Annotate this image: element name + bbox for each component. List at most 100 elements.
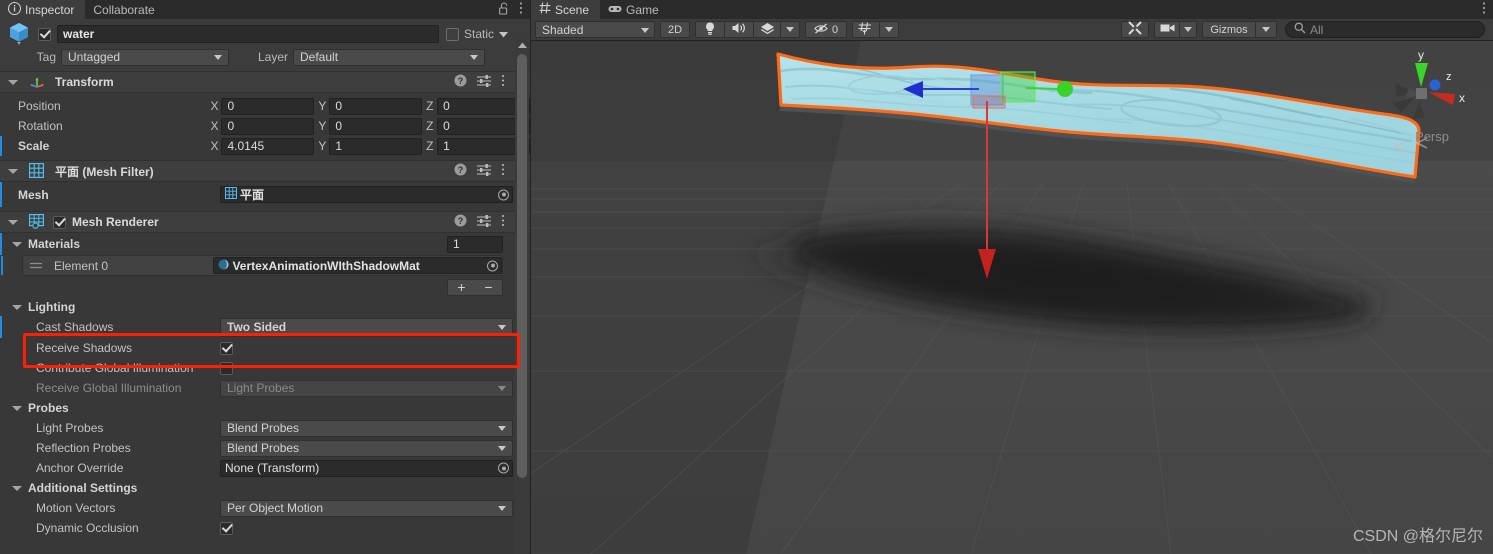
- tab-game-label: Game: [626, 2, 659, 17]
- materials-header-row[interactable]: Materials 1: [0, 233, 530, 255]
- light-probes-dropdown[interactable]: Blend Probes: [220, 419, 513, 437]
- gizmos-dropdown-button[interactable]: [1255, 21, 1277, 38]
- help-icon[interactable]: ?: [454, 214, 467, 230]
- tab-game[interactable]: Game: [600, 0, 670, 19]
- object-picker-icon[interactable]: [498, 462, 509, 474]
- grid-dropdown-button[interactable]: [879, 21, 899, 38]
- position-y-input[interactable]: 0: [329, 97, 423, 115]
- foldout-materials-icon[interactable]: [11, 238, 23, 250]
- chevron-down-icon: [786, 27, 794, 32]
- scale-x-input[interactable]: 4.0145: [221, 137, 315, 155]
- kebab-menu-icon[interactable]: [501, 214, 505, 230]
- scene-render: [531, 41, 1493, 554]
- tag-dropdown[interactable]: Untagged: [61, 48, 229, 66]
- component-header-mesh-filter[interactable]: 平面 (Mesh Filter) ?: [0, 160, 530, 182]
- cast-shadows-dropdown[interactable]: Two Sided: [220, 317, 513, 337]
- anchor-override-object-field[interactable]: None (Transform): [220, 459, 513, 477]
- axis-z-label: Z: [426, 119, 434, 133]
- component-header-transform[interactable]: Transform ?: [0, 71, 530, 93]
- rotation-y-input[interactable]: 0: [329, 117, 423, 135]
- axis-x-label: X: [210, 139, 219, 153]
- help-icon[interactable]: ?: [454, 163, 467, 179]
- toggle-lighting-button[interactable]: [695, 21, 725, 38]
- preset-icon[interactable]: [477, 74, 491, 90]
- materials-size-input[interactable]: 1: [447, 235, 503, 253]
- static-dropdown-arrow[interactable]: [499, 27, 508, 41]
- anchor-override-label: Anchor Override: [36, 461, 124, 475]
- scale-z-value: 1: [443, 139, 450, 153]
- kebab-menu-icon[interactable]: [519, 1, 523, 18]
- foldout-transform-icon[interactable]: [7, 76, 19, 88]
- draw-mode-value: Shaded: [542, 22, 584, 37]
- hidden-objects-button[interactable]: 0: [805, 21, 847, 38]
- tab-scene[interactable]: Scene: [531, 0, 601, 19]
- object-picker-icon[interactable]: [498, 189, 509, 200]
- layer-dropdown[interactable]: Default: [293, 48, 485, 66]
- gizmo-plane-yz[interactable]: [972, 95, 1006, 109]
- scene-search-input[interactable]: All: [1285, 21, 1485, 38]
- lock-open-icon[interactable]: [499, 2, 510, 18]
- remove-material-button[interactable]: −: [475, 279, 502, 295]
- transform-icon: [29, 74, 45, 90]
- gameobject-enabled-checkbox[interactable]: [38, 27, 51, 41]
- tab-collaborate[interactable]: Collaborate: [85, 0, 165, 19]
- motion-vectors-row: Motion Vectors Per Object Motion: [0, 498, 530, 518]
- preset-icon[interactable]: [477, 163, 491, 179]
- receive-shadows-checkbox[interactable]: [220, 341, 233, 355]
- reflection-probes-dropdown[interactable]: Blend Probes: [220, 439, 513, 457]
- static-checkbox[interactable]: [445, 27, 459, 41]
- kebab-menu-icon[interactable]: [501, 74, 505, 90]
- tab-scene-label: Scene: [555, 2, 590, 17]
- kebab-menu-icon[interactable]: [501, 163, 505, 179]
- dynamic-occlusion-checkbox[interactable]: [220, 521, 233, 535]
- kebab-menu-icon[interactable]: [1482, 1, 1486, 18]
- probes-header-label: Probes: [28, 401, 69, 415]
- scene-grid-icon: [539, 2, 551, 17]
- foldout-lighting-icon[interactable]: [11, 301, 23, 313]
- lighting-header-row[interactable]: Lighting: [0, 298, 530, 316]
- tab-inspector[interactable]: Inspector: [0, 0, 86, 19]
- mesh-object-field[interactable]: 平面: [220, 186, 513, 203]
- object-picker-icon[interactable]: [487, 260, 498, 271]
- preset-icon[interactable]: [477, 214, 491, 230]
- grid-visibility-button[interactable]: [852, 21, 880, 38]
- rotation-x-input[interactable]: 0: [221, 117, 315, 135]
- scroll-up-arrow-icon[interactable]: [515, 38, 529, 51]
- inspector-tabbar: Inspector Collaborate: [0, 0, 530, 19]
- gameobject-name-input[interactable]: water: [57, 25, 439, 43]
- material-element-object-field[interactable]: VertexAnimationWIthShadowMat: [213, 257, 502, 274]
- motion-vectors-dropdown[interactable]: Per Object Motion: [220, 499, 513, 517]
- foldout-mesh-renderer-icon[interactable]: [7, 216, 19, 228]
- toggle-fx-button[interactable]: [753, 21, 781, 38]
- contribute-gi-checkbox[interactable]: [220, 361, 233, 375]
- help-icon[interactable]: ?: [454, 74, 467, 90]
- cast-shadows-label: Cast Shadows: [36, 320, 114, 334]
- additional-settings-header-label: Additional Settings: [28, 481, 138, 495]
- scene-viewport[interactable]: y z x Persp CSDN @格尔尼尔: [531, 41, 1493, 554]
- probes-header-row[interactable]: Probes: [0, 398, 530, 418]
- fx-dropdown-button[interactable]: [780, 21, 800, 38]
- scene-projection-label[interactable]: Persp: [1415, 129, 1449, 144]
- scene-camera-button[interactable]: [1154, 21, 1180, 38]
- foldout-additional-settings-icon[interactable]: [11, 482, 23, 494]
- add-material-button[interactable]: +: [448, 279, 475, 295]
- scale-y-input[interactable]: 1: [329, 137, 423, 155]
- inspector-scrollbar[interactable]: [515, 38, 529, 554]
- reorder-handle-icon[interactable]: [30, 259, 42, 273]
- scene-tools-button[interactable]: [1121, 21, 1149, 38]
- additional-settings-header-row[interactable]: Additional Settings: [0, 478, 530, 498]
- camera-dropdown-button[interactable]: [1179, 21, 1197, 38]
- draw-mode-dropdown[interactable]: Shaded: [535, 21, 655, 38]
- foldout-probes-icon[interactable]: [11, 402, 23, 414]
- toggle-audio-button[interactable]: [724, 21, 754, 38]
- materials-add-remove-row: + −: [0, 276, 530, 298]
- foldout-mesh-filter-icon[interactable]: [7, 165, 19, 177]
- mesh-renderer-enabled-checkbox[interactable]: [53, 215, 66, 229]
- materials-size-buttons: + −: [447, 278, 503, 296]
- gizmos-button[interactable]: Gizmos: [1202, 21, 1256, 38]
- gizmo-plane-zx[interactable]: [1000, 71, 1036, 103]
- toggle-2d-button[interactable]: 2D: [660, 21, 690, 38]
- position-x-input[interactable]: 0: [221, 97, 315, 115]
- component-header-mesh-renderer[interactable]: Mesh Renderer ?: [0, 211, 530, 233]
- inspector-scrollbar-thumb[interactable]: [517, 54, 527, 478]
